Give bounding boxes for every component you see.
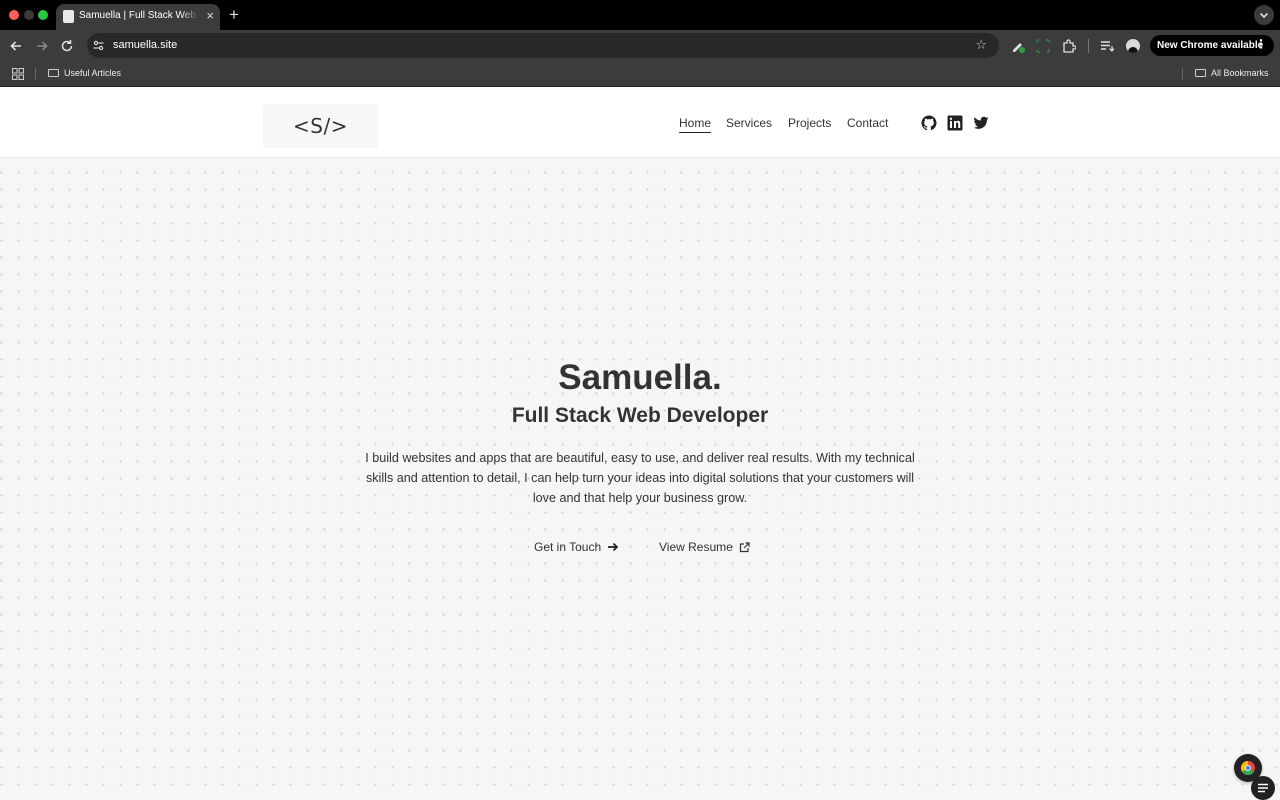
window-minimize-button[interactable]: [24, 10, 34, 20]
nav-link-services[interactable]: Services: [726, 116, 772, 130]
bookmarks-divider: [35, 68, 36, 80]
get-in-touch-button[interactable]: Get in Touch: [534, 540, 619, 554]
forward-arrow-icon[interactable]: [34, 38, 50, 54]
toolbar-divider: [1088, 39, 1089, 53]
menu-lines-icon: [1258, 783, 1268, 793]
site-header: <S/> Home Services Projects Contact: [0, 87, 1280, 158]
hero-description: I build websites and apps that are beaut…: [365, 451, 915, 505]
extensions-puzzle-icon[interactable]: [1062, 39, 1076, 53]
site-logo[interactable]: <S/>: [263, 104, 378, 148]
nav-link-projects[interactable]: Projects: [788, 116, 831, 130]
linkedin-icon[interactable]: [947, 115, 963, 131]
bookmarks-bar: Useful Articles All Bookmarks: [0, 62, 1280, 87]
extension-pen-icon[interactable]: [1011, 39, 1025, 53]
new-tab-button[interactable]: +: [229, 6, 239, 23]
hero-role: Full Stack Web Developer: [511, 404, 769, 427]
reading-list-icon[interactable]: [1100, 39, 1114, 53]
external-link-icon: [739, 542, 750, 553]
url-text: samuella.site: [113, 39, 178, 51]
site-settings-icon[interactable]: [92, 39, 105, 52]
tab-strip: Samuella | Full Stack Web Developer × +: [0, 0, 1280, 30]
twitter-icon[interactable]: [973, 115, 989, 131]
update-chrome-label: New Chrome available: [1157, 40, 1264, 51]
tab-close-icon[interactable]: ×: [206, 9, 214, 23]
back-arrow-icon[interactable]: [8, 38, 24, 54]
browser-tab[interactable]: Samuella | Full Stack Web Developer ×: [56, 4, 220, 30]
bookmark-label: Useful Articles: [64, 68, 122, 78]
screenshot-extension-icon[interactable]: [1036, 39, 1050, 53]
all-bookmarks-label: All Bookmarks: [1211, 68, 1269, 78]
update-chrome-button[interactable]: New Chrome available ⋮: [1150, 35, 1274, 56]
nav-link-contact[interactable]: Contact: [847, 116, 888, 130]
github-icon[interactable]: [921, 115, 937, 131]
folder-icon: [1195, 69, 1206, 77]
apps-grid-icon[interactable]: [12, 68, 24, 80]
browser-toolbar: samuella.site ☆ New Chrome available ⋮: [0, 30, 1280, 62]
window-close-button[interactable]: [9, 10, 19, 20]
reload-icon[interactable]: [59, 38, 75, 54]
side-panel-menu-button[interactable]: [1251, 776, 1275, 800]
bookmarks-divider: [1182, 68, 1183, 80]
tab-title: Samuella | Full Stack Web Developer: [79, 10, 200, 21]
view-resume-button[interactable]: View Resume: [659, 540, 750, 554]
nav-link-home[interactable]: Home: [679, 116, 712, 133]
tab-search-button[interactable]: [1254, 5, 1274, 25]
view-resume-label: View Resume: [659, 540, 733, 554]
address-bar[interactable]: samuella.site ☆: [87, 33, 999, 58]
folder-icon: [48, 69, 59, 77]
window-maximize-button[interactable]: [38, 10, 48, 20]
profile-avatar[interactable]: [1126, 39, 1140, 53]
bookmark-folder-useful-articles[interactable]: Useful Articles: [48, 68, 121, 78]
bookmark-star-icon[interactable]: ☆: [975, 37, 987, 53]
get-in-touch-label: Get in Touch: [534, 540, 602, 554]
hero-name: Samuella.: [558, 358, 722, 397]
chevron-down-icon: [1259, 12, 1269, 19]
page-favicon-icon: [63, 10, 74, 23]
arrow-right-icon: [608, 542, 619, 552]
all-bookmarks-button[interactable]: All Bookmarks: [1195, 68, 1269, 78]
more-menu-icon[interactable]: ⋮: [1255, 38, 1267, 51]
